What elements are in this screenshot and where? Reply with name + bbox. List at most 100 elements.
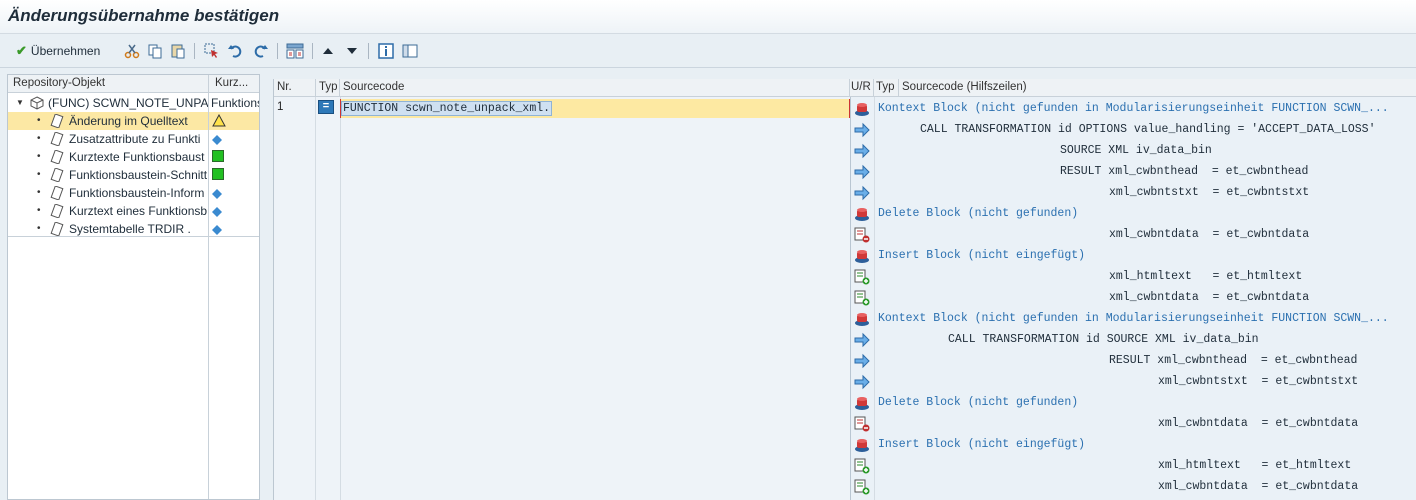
redo-icon[interactable]	[250, 40, 270, 62]
helper-line[interactable]: Kontext Block (nicht gefunden in Modular…	[850, 308, 1416, 329]
undo-icon[interactable]	[226, 40, 246, 62]
helper-line[interactable]: CALL TRANSFORMATION id OPTIONS value_han…	[850, 119, 1416, 140]
helper-line[interactable]: Kontext Block (nicht gefunden in Modular…	[850, 98, 1416, 119]
helper-line[interactable]: xml_cwbntdata = et_cwbntdata	[850, 476, 1416, 497]
document-icon	[50, 167, 64, 184]
panel-icon[interactable]	[400, 40, 420, 62]
helper-line[interactable]: xml_htmltext = et_htmltext	[850, 266, 1416, 287]
document-icon	[50, 149, 64, 166]
tree-item[interactable]: • Kurztexte Funktionsbaust	[8, 148, 259, 166]
helper-line[interactable]: xml_cwbntstxt = et_cwbntstxt	[850, 182, 1416, 203]
helper-line-text: xml_cwbntdata = et_cwbntdata	[1158, 480, 1359, 493]
layout-icon[interactable]	[284, 40, 306, 62]
helper-line[interactable]: Delete Block (nicht gefunden)	[850, 392, 1416, 413]
document-icon	[50, 221, 64, 238]
cut-icon[interactable]	[122, 40, 142, 62]
context-arrow-icon	[854, 374, 870, 390]
column-header-repository-object[interactable]: Repository-Objekt	[13, 77, 105, 89]
context-arrow-icon	[854, 143, 870, 159]
source-line[interactable]: 1 = FUNCTION scwn_note_unpack_xml.	[274, 99, 850, 118]
bullet-icon: •	[37, 223, 41, 234]
context-arrow-icon	[854, 353, 870, 369]
block-marker-icon	[854, 206, 870, 222]
accept-label: Übernehmen	[30, 44, 101, 58]
context-arrow-icon	[854, 122, 870, 138]
helper-line-text: Delete Block (nicht gefunden)	[878, 396, 1079, 409]
column-header-ur[interactable]: U/R	[850, 79, 874, 97]
helper-line[interactable]: xml_cwbntstxt = et_cwbntstxt	[850, 371, 1416, 392]
helper-line[interactable]: xml_cwbntdata = et_cwbntdata	[850, 287, 1416, 308]
column-header-typ2[interactable]: Typ	[874, 79, 899, 97]
tree-item[interactable]: • Änderung im Quelltext	[8, 112, 259, 130]
tree-item[interactable]: • Zusatzattribute zu Funkti	[8, 130, 259, 148]
select-icon[interactable]	[202, 40, 222, 62]
helper-line[interactable]: xml_cwbntdata = et_cwbntdata	[850, 224, 1416, 245]
check-icon: ✔	[16, 43, 27, 58]
context-arrow-icon	[854, 164, 870, 180]
helper-line-text: Kontext Block (nicht gefunden in Modular…	[878, 312, 1389, 325]
paste-icon[interactable]	[168, 40, 188, 62]
helper-line-text: xml_cwbntstxt = et_cwbntstxt	[1158, 375, 1359, 388]
tree-item-label: Änderung im Quelltext	[69, 114, 188, 128]
helper-line[interactable]: SOURCE XML iv_data_bin	[850, 140, 1416, 161]
tree-root-label: (FUNC) SCWN_NOTE_UNPA	[48, 96, 208, 110]
helper-line-text: SOURCE XML iv_data_bin	[1060, 144, 1212, 157]
line-type-equal-icon: =	[318, 100, 334, 114]
source-line-text[interactable]: FUNCTION scwn_note_unpack_xml.	[340, 101, 553, 116]
tree-item-label: Zusatzattribute zu Funkti	[69, 132, 201, 146]
column-header-sourcecode-helper[interactable]: Sourcecode (Hilfszeilen)	[899, 79, 1416, 97]
toolbar-separator	[194, 43, 195, 59]
tree-item[interactable]: • Systemtabelle TRDIR .	[8, 220, 259, 238]
bullet-icon: •	[37, 169, 41, 180]
tree-header: Repository-Objekt Kurz...	[8, 75, 259, 93]
insert-line-icon	[854, 458, 870, 474]
column-header-nr[interactable]: Nr.	[274, 79, 316, 97]
helper-line-text: CALL TRANSFORMATION id OPTIONS value_han…	[920, 123, 1376, 136]
column-header-short[interactable]: Kurz...	[215, 77, 248, 89]
helper-line[interactable]: RESULT xml_cwbnthead = et_cwbnthead	[850, 161, 1416, 182]
accept-button[interactable]: ✔ Übernehmen	[12, 40, 104, 62]
helper-line[interactable]: CALL TRANSFORMATION id SOURCE XML iv_dat…	[850, 329, 1416, 350]
diamond-status-icon	[212, 188, 222, 202]
helper-line[interactable]: Insert Block (nicht eingefügt)	[850, 434, 1416, 455]
helper-line-text: xml_htmltext = et_htmltext	[1158, 459, 1352, 472]
context-arrow-icon	[854, 332, 870, 348]
delete-line-icon	[854, 227, 870, 243]
tree-item[interactable]: • Funktionsbaustein-Schnitt	[8, 166, 259, 184]
expand-triangle-icon[interactable]: ▼	[16, 98, 24, 107]
helper-line-text: RESULT xml_cwbnthead = et_cwbnthead	[1060, 165, 1309, 178]
helper-line-text: Insert Block (nicht eingefügt)	[878, 438, 1086, 451]
column-header-sourcecode[interactable]: Sourcecode	[340, 79, 850, 97]
helper-line[interactable]: Insert Block (nicht eingefügt)	[850, 245, 1416, 266]
tree-item[interactable]: • Kurztext eines Funktionsb	[8, 202, 259, 220]
helper-line[interactable]: Delete Block (nicht gefunden)	[850, 203, 1416, 224]
helper-line-text: CALL TRANSFORMATION id SOURCE XML iv_dat…	[948, 333, 1259, 346]
arrow-up-icon[interactable]	[318, 40, 338, 62]
tree-item-label: Funktionsbaustein-Schnitt	[69, 168, 208, 182]
function-cube-icon	[30, 96, 44, 112]
tree-item[interactable]: • Funktionsbaustein-Inform	[8, 184, 259, 202]
helper-line-text: Insert Block (nicht eingefügt)	[878, 249, 1086, 262]
helper-line-text: xml_cwbntdata = et_cwbntdata	[1109, 228, 1310, 241]
helper-line[interactable]: xml_cwbntdata = et_cwbntdata	[850, 413, 1416, 434]
toolbar-separator	[277, 43, 278, 59]
tree-root-type: Funktions	[211, 96, 259, 110]
block-marker-icon	[854, 101, 870, 117]
info-icon[interactable]	[376, 40, 396, 62]
column-divider[interactable]	[208, 75, 209, 92]
copy-icon[interactable]	[145, 40, 165, 62]
tree-item-label: Systemtabelle TRDIR .	[69, 222, 191, 236]
helper-line-text: xml_cwbntdata = et_cwbntdata	[1158, 417, 1359, 430]
tree-root-node[interactable]: ▼ (FUNC) SCWN_NOTE_UNPA Funktions	[8, 94, 259, 112]
tree-item-label: Funktionsbaustein-Inform	[69, 186, 205, 200]
diamond-status-icon	[212, 224, 222, 238]
code-comparison-panel: Nr. Typ Sourcecode U/R Typ Sourcecode (H…	[273, 79, 1416, 500]
arrow-down-icon[interactable]	[342, 40, 362, 62]
document-icon	[50, 203, 64, 220]
title-bar: Änderungsübernahme bestätigen	[0, 0, 1416, 34]
helper-line[interactable]: xml_htmltext = et_htmltext	[850, 455, 1416, 476]
helper-line[interactable]: RESULT xml_cwbnthead = et_cwbnthead	[850, 350, 1416, 371]
column-header-typ[interactable]: Typ	[316, 79, 340, 97]
helper-line-text: Delete Block (nicht gefunden)	[878, 207, 1079, 220]
insert-line-icon	[854, 269, 870, 285]
